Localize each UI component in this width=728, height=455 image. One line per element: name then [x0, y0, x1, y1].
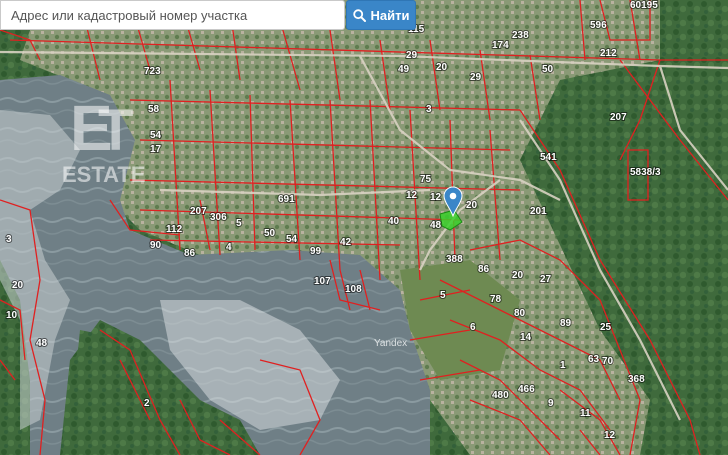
- parcel-number: 54: [150, 130, 162, 141]
- parcel-number: 5838/3: [630, 167, 661, 178]
- parcel-number: 14: [520, 332, 532, 343]
- parcel-number: 17: [150, 144, 162, 155]
- parcel-number: 541: [540, 152, 557, 163]
- parcel-number: 49: [398, 64, 410, 75]
- parcel-number: 42: [340, 237, 352, 248]
- parcel-number: 48: [430, 220, 442, 231]
- parcel-number: 63: [588, 354, 600, 365]
- parcel-number: 5: [440, 290, 446, 301]
- parcel-number: 89: [560, 318, 572, 329]
- parcel-number: 691: [278, 194, 295, 205]
- parcel-number: 2: [144, 398, 150, 409]
- parcel-number: 368: [628, 374, 645, 385]
- parcel-number: 78: [490, 294, 502, 305]
- parcel-number: 40: [388, 216, 400, 227]
- parcel-number: 723: [144, 66, 161, 77]
- parcel-number: 12: [406, 190, 418, 201]
- parcel-number: 50: [264, 228, 276, 239]
- parcel-number: 1: [560, 360, 566, 371]
- parcel-number: 48: [36, 338, 48, 349]
- parcel-number: 201: [530, 206, 547, 217]
- search-icon: [352, 8, 366, 22]
- parcel-number: 29: [470, 72, 482, 83]
- parcel-number: 207: [610, 112, 627, 123]
- parcel-number: 50: [542, 64, 554, 75]
- parcel-number: 80: [514, 308, 526, 319]
- parcel-number: 596: [590, 20, 607, 31]
- parcel-number: 12: [604, 430, 616, 441]
- parcel-number: 25: [600, 322, 612, 333]
- parcel-number: 212: [600, 48, 617, 59]
- parcel-number: 20: [12, 280, 24, 291]
- parcel-number: 60195: [630, 0, 658, 11]
- parcel-number: 75: [420, 174, 432, 185]
- parcel-number: 5: [236, 218, 242, 229]
- estate-watermark: E T ESTATE: [62, 92, 146, 187]
- parcel-number: 86: [184, 248, 196, 259]
- watermark-text: ESTATE: [62, 162, 146, 187]
- parcel-number: 107: [314, 276, 331, 287]
- parcel-number: 99: [310, 246, 322, 257]
- parcel-number: 3: [426, 104, 432, 115]
- svg-text:T: T: [98, 98, 133, 163]
- parcel-number: 70: [602, 356, 614, 367]
- parcel-number: 27: [540, 274, 552, 285]
- search-button[interactable]: Найти: [346, 0, 416, 30]
- parcel-number: 20: [436, 62, 448, 73]
- parcel-number: 6: [470, 322, 476, 333]
- parcel-number: 11: [580, 408, 591, 419]
- search-button-label: Найти: [370, 7, 410, 23]
- parcel-number: 10: [6, 310, 18, 321]
- parcel-number: 466: [518, 384, 535, 395]
- parcel-number: 86: [478, 264, 490, 275]
- parcel-number: 20: [466, 200, 478, 211]
- parcel-number: 12: [430, 192, 442, 203]
- parcel-number: 90: [150, 240, 162, 251]
- parcel-number: 58: [148, 104, 160, 115]
- parcel-number: 54: [286, 234, 298, 245]
- search-bar: [0, 0, 345, 30]
- parcel-number: 238: [512, 30, 529, 41]
- parcel-number: 112: [166, 224, 183, 235]
- cadastral-map[interactable]: 601951151742382125012203295962075415838/…: [0, 0, 728, 455]
- parcel-number: 174: [492, 40, 509, 51]
- parcel-number: 480: [492, 390, 509, 401]
- parcel-number: 207: [190, 206, 207, 217]
- parcel-number: 388: [446, 254, 463, 265]
- search-input[interactable]: [1, 1, 344, 29]
- parcel-number: 4: [226, 242, 232, 253]
- parcel-number: 29: [406, 50, 418, 61]
- parcel-number: 3: [6, 234, 12, 245]
- map-provider-label: Yandex: [374, 338, 407, 349]
- parcel-number: 306: [210, 212, 227, 223]
- parcel-number: 20: [512, 270, 524, 281]
- parcel-number: 108: [345, 284, 362, 295]
- parcel-number: 9: [548, 398, 554, 409]
